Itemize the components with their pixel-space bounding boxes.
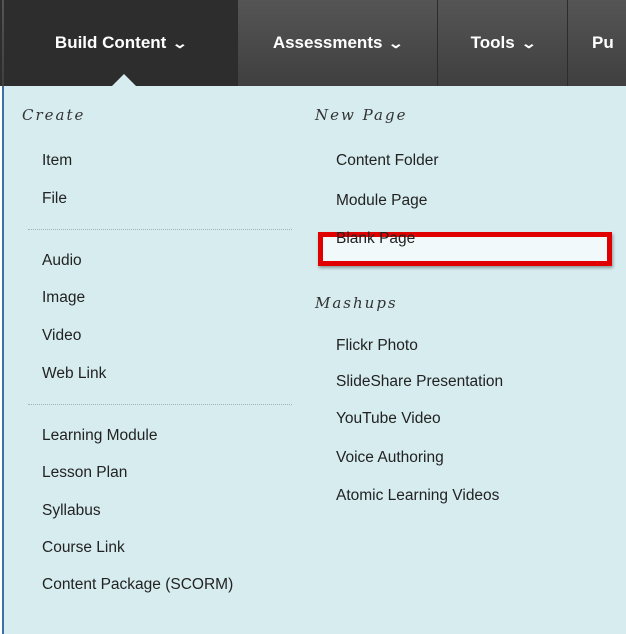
tab-label: Assessments [272, 33, 383, 52]
tab-publish[interactable]: Pu [568, 0, 626, 86]
separator [28, 404, 292, 405]
chevron-down-icon: ⌄ [520, 34, 537, 51]
new-page-heading: New Page [315, 106, 408, 124]
menu-item-blank-page[interactable]: Blank Page [336, 230, 415, 248]
menu-item-web-link[interactable]: Web Link [42, 365, 106, 383]
build-content-menu: Create Item File Audio Image Video Web L… [2, 86, 626, 634]
menu-item-slideshare[interactable]: SlideShare Presentation [336, 373, 503, 391]
create-heading: Create [22, 106, 86, 124]
tab-label: Pu [592, 33, 614, 52]
tab-label: Build Content [54, 33, 167, 52]
chevron-down-icon: ⌄ [388, 34, 405, 51]
menu-item-youtube-video[interactable]: YouTube Video [336, 410, 441, 428]
menu-item-content-package[interactable]: Content Package (SCORM) [42, 576, 233, 594]
menu-item-module-page[interactable]: Module Page [336, 192, 427, 210]
menu-item-syllabus[interactable]: Syllabus [42, 502, 101, 520]
menu-item-audio[interactable]: Audio [42, 252, 82, 270]
menu-item-content-folder[interactable]: Content Folder [336, 152, 439, 170]
mashups-heading: Mashups [315, 294, 398, 312]
menu-item-lesson-plan[interactable]: Lesson Plan [42, 464, 127, 482]
tab-label: Tools [470, 33, 515, 52]
menu-item-course-link[interactable]: Course Link [42, 539, 125, 557]
menu-item-file[interactable]: File [42, 190, 67, 208]
menu-item-video[interactable]: Video [42, 327, 81, 345]
tab-assessments[interactable]: Assessments ⌄ [238, 0, 438, 86]
menu-item-voice-authoring[interactable]: Voice Authoring [336, 449, 444, 467]
menu-item-atomic-learning[interactable]: Atomic Learning Videos [336, 487, 499, 505]
separator [28, 229, 292, 230]
menu-item-image[interactable]: Image [42, 289, 85, 307]
menu-item-flickr-photo[interactable]: Flickr Photo [336, 337, 418, 355]
top-tab-bar: Build Content ⌄ Assessments ⌄ Tools ⌄ Pu [0, 0, 626, 86]
menu-item-item[interactable]: Item [42, 152, 72, 170]
menu-pointer-arrow [112, 74, 136, 86]
tab-tools[interactable]: Tools ⌄ [438, 0, 568, 86]
menu-item-learning-module[interactable]: Learning Module [42, 427, 157, 445]
chevron-down-icon: ⌄ [171, 34, 189, 51]
